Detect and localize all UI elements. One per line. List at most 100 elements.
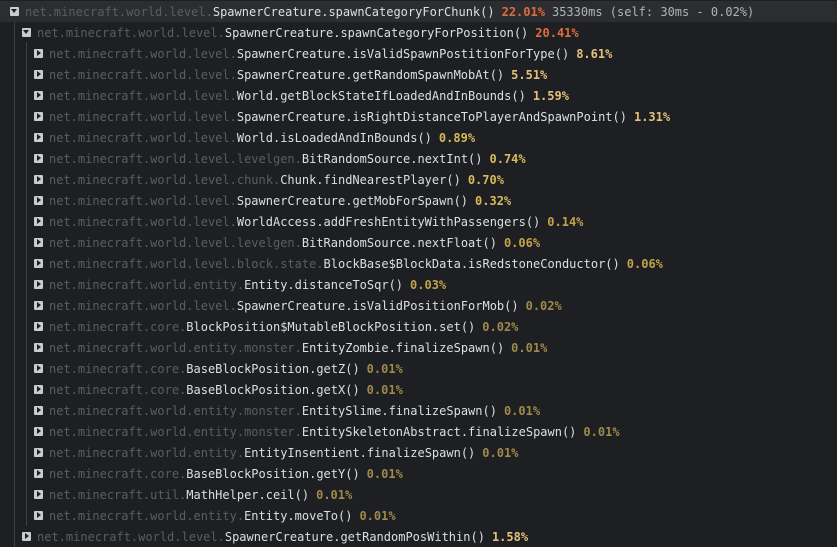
tree-node-row[interactable]: net.minecraft.world.level. SpawnerCreatur… (0, 43, 837, 64)
method-name: World.isLoadedAndInBounds() (236, 130, 432, 145)
method-name: World.getBlockStateIfLoadedAndInBounds() (236, 88, 526, 103)
expand-toggle-icon[interactable] (34, 448, 43, 457)
expand-toggle-icon[interactable] (34, 427, 43, 436)
tree-node-row[interactable]: net.minecraft.world.level.levelgen. BitRa… (0, 232, 837, 253)
tree-node-row[interactable]: net.minecraft.world.level.levelgen. BitRa… (0, 148, 837, 169)
expand-toggle-icon[interactable] (34, 490, 43, 499)
time-percentage: 0.01% (366, 466, 403, 481)
expand-toggle-icon[interactable] (34, 343, 43, 352)
tree-node-row[interactable]: net.minecraft.world.entity.monster. Entit… (0, 400, 837, 421)
tree-node-row[interactable]: net.minecraft.core. BaseBlockPosition.get… (0, 358, 837, 379)
method-name: EntityZombie.finalizeSpawn() (301, 340, 505, 355)
tree-node-row[interactable]: net.minecraft.core. BaseBlockPosition.get… (0, 463, 837, 484)
collapse-toggle-icon[interactable] (10, 7, 19, 16)
expand-toggle-icon[interactable] (22, 532, 31, 541)
method-name: BaseBlockPosition.getZ() (186, 361, 360, 376)
expand-toggle-icon[interactable] (34, 322, 43, 331)
tree-node-row[interactable]: net.minecraft.world.level. SpawnerCreatur… (0, 64, 837, 85)
expand-toggle-icon[interactable] (34, 238, 43, 247)
expand-toggle-icon[interactable] (34, 364, 43, 373)
expand-toggle-icon[interactable] (34, 112, 43, 121)
expand-toggle-icon[interactable] (34, 469, 43, 478)
tree-node-row[interactable]: net.minecraft.world.level. World.isLoaded… (0, 127, 837, 148)
expand-toggle-icon[interactable] (34, 91, 43, 100)
tree-node-row[interactable]: net.minecraft.world.entity. Entity.moveTo… (0, 505, 837, 526)
time-percentage: 1.58% (491, 529, 529, 544)
tree-node-row[interactable]: net.minecraft.world.entity.monster. Entit… (0, 337, 837, 358)
time-percentage: 0.74% (489, 151, 526, 166)
tree-node-row[interactable]: net.minecraft.util. MathHelper.ceil() 0.01… (0, 484, 837, 505)
expand-toggle-icon[interactable] (34, 217, 43, 226)
time-percentage: 0.01% (583, 424, 620, 439)
time-percentage: 0.70% (467, 172, 504, 187)
package-name: net.minecraft.world.entity.monster. (49, 424, 302, 439)
tree-node-row[interactable]: net.minecraft.world.level.chunk. Chunk.fi… (0, 169, 837, 190)
tree-node-row[interactable]: net.minecraft.world.level. World.getBlock… (0, 85, 837, 106)
expand-toggle-icon[interactable] (34, 385, 43, 394)
time-percentage: 0.03% (410, 277, 447, 292)
profiler-call-tree: net.minecraft.world.level. SpawnerCreatur… (0, 0, 837, 547)
package-name: net.minecraft.world.level. (49, 130, 237, 145)
tree-node-row[interactable]: net.minecraft.core. BlockPosition$Mutable… (0, 316, 837, 337)
method-name: SpawnerCreature.spawnCategoryForPosition… (224, 25, 529, 40)
method-name: BaseBlockPosition.getX() (186, 382, 360, 397)
expand-toggle-icon[interactable] (34, 196, 43, 205)
time-percentage: 1.31% (633, 109, 671, 124)
expand-toggle-icon[interactable] (34, 154, 43, 163)
package-name: net.minecraft.world.level. (49, 193, 237, 208)
tree-node-row[interactable]: net.minecraft.world.entity. Entity.distan… (0, 274, 837, 295)
method-name: EntitySkeletonAbstract.finalizeSpawn() (301, 424, 577, 439)
package-name: net.minecraft.world.entity. (49, 508, 245, 523)
method-name: SpawnerCreature.spawnCategoryForChunk() (212, 4, 495, 19)
expand-toggle-icon[interactable] (34, 259, 43, 268)
method-name: SpawnerCreature.isValidPositionForMob() (236, 298, 519, 313)
tree-node-row[interactable]: net.minecraft.world.level. WorldAccess.ad… (0, 211, 837, 232)
expand-toggle-icon[interactable] (34, 406, 43, 415)
method-name: Chunk.findNearestPlayer() (280, 172, 461, 187)
time-percentage: 0.06% (503, 235, 541, 250)
package-name: net.minecraft.world.level. (37, 25, 225, 40)
tree-node-row[interactable]: net.minecraft.world.level.block.state. Bl… (0, 253, 837, 274)
package-name: net.minecraft.core. (49, 361, 187, 376)
package-name: net.minecraft.world.level.levelgen. (49, 151, 302, 166)
tree-node-row[interactable]: net.minecraft.world.entity. EntityInsenti… (0, 442, 837, 463)
tree-node-row[interactable]: net.minecraft.world.level. SpawnerCreatur… (0, 190, 837, 211)
expand-toggle-icon[interactable] (34, 133, 43, 142)
expand-toggle-icon[interactable] (34, 49, 43, 58)
tree-node-row[interactable]: net.minecraft.core. BaseBlockPosition.get… (0, 379, 837, 400)
package-name: net.minecraft.core. (49, 382, 187, 397)
expand-toggle-icon[interactable] (34, 175, 43, 184)
method-name: WorldAccess.addFreshEntityWithPassengers… (236, 214, 541, 229)
method-name: Entity.moveTo() (244, 508, 353, 523)
tree-node-row[interactable]: net.minecraft.world.level. SpawnerCreatur… (0, 295, 837, 316)
expand-toggle-icon[interactable] (34, 511, 43, 520)
tree-node-row[interactable]: net.minecraft.world.level. SpawnerCreatur… (0, 1, 837, 22)
method-name: EntitySlime.finalizeSpawn() (301, 403, 497, 418)
package-name: net.minecraft.world.entity.monster. (49, 340, 302, 355)
tree-node-row[interactable]: net.minecraft.world.level. SpawnerCreatur… (0, 526, 837, 547)
time-percentage: 22.01% (501, 4, 545, 19)
package-name: net.minecraft.world.level.block.state. (49, 256, 324, 271)
method-name: BlockBase$BlockData.isRedstoneConductor(… (323, 256, 620, 271)
method-name: BitRandomSource.nextFloat() (301, 235, 497, 250)
tree-node-row[interactable]: net.minecraft.world.level. SpawnerCreatur… (0, 106, 837, 127)
package-name: net.minecraft.world.level. (37, 529, 225, 544)
method-name: SpawnerCreature.isRightDistanceToPlayerA… (236, 109, 627, 124)
tree-node-row[interactable]: net.minecraft.world.level. SpawnerCreatur… (0, 22, 837, 43)
time-percentage: 0.06% (626, 256, 663, 271)
tree-node-row[interactable]: net.minecraft.world.entity.monster. Entit… (0, 421, 837, 442)
method-name: BaseBlockPosition.getY() (186, 466, 360, 481)
package-name: net.minecraft.world.level. (49, 109, 237, 124)
package-name: net.minecraft.world.level.levelgen. (49, 235, 302, 250)
time-percentage: 0.01% (366, 361, 403, 376)
package-name: net.minecraft.world.level. (49, 67, 237, 82)
method-name: SpawnerCreature.isValidSpawnPostitionFor… (236, 46, 570, 61)
package-name: net.minecraft.world.entity. (49, 277, 245, 292)
expand-toggle-icon[interactable] (34, 280, 43, 289)
package-name: net.minecraft.core. (49, 466, 187, 481)
method-name: EntityInsentient.finalizeSpawn() (244, 445, 476, 460)
expand-toggle-icon[interactable] (34, 70, 43, 79)
time-percentage: 0.89% (438, 130, 476, 145)
collapse-toggle-icon[interactable] (22, 28, 31, 37)
expand-toggle-icon[interactable] (34, 301, 43, 310)
